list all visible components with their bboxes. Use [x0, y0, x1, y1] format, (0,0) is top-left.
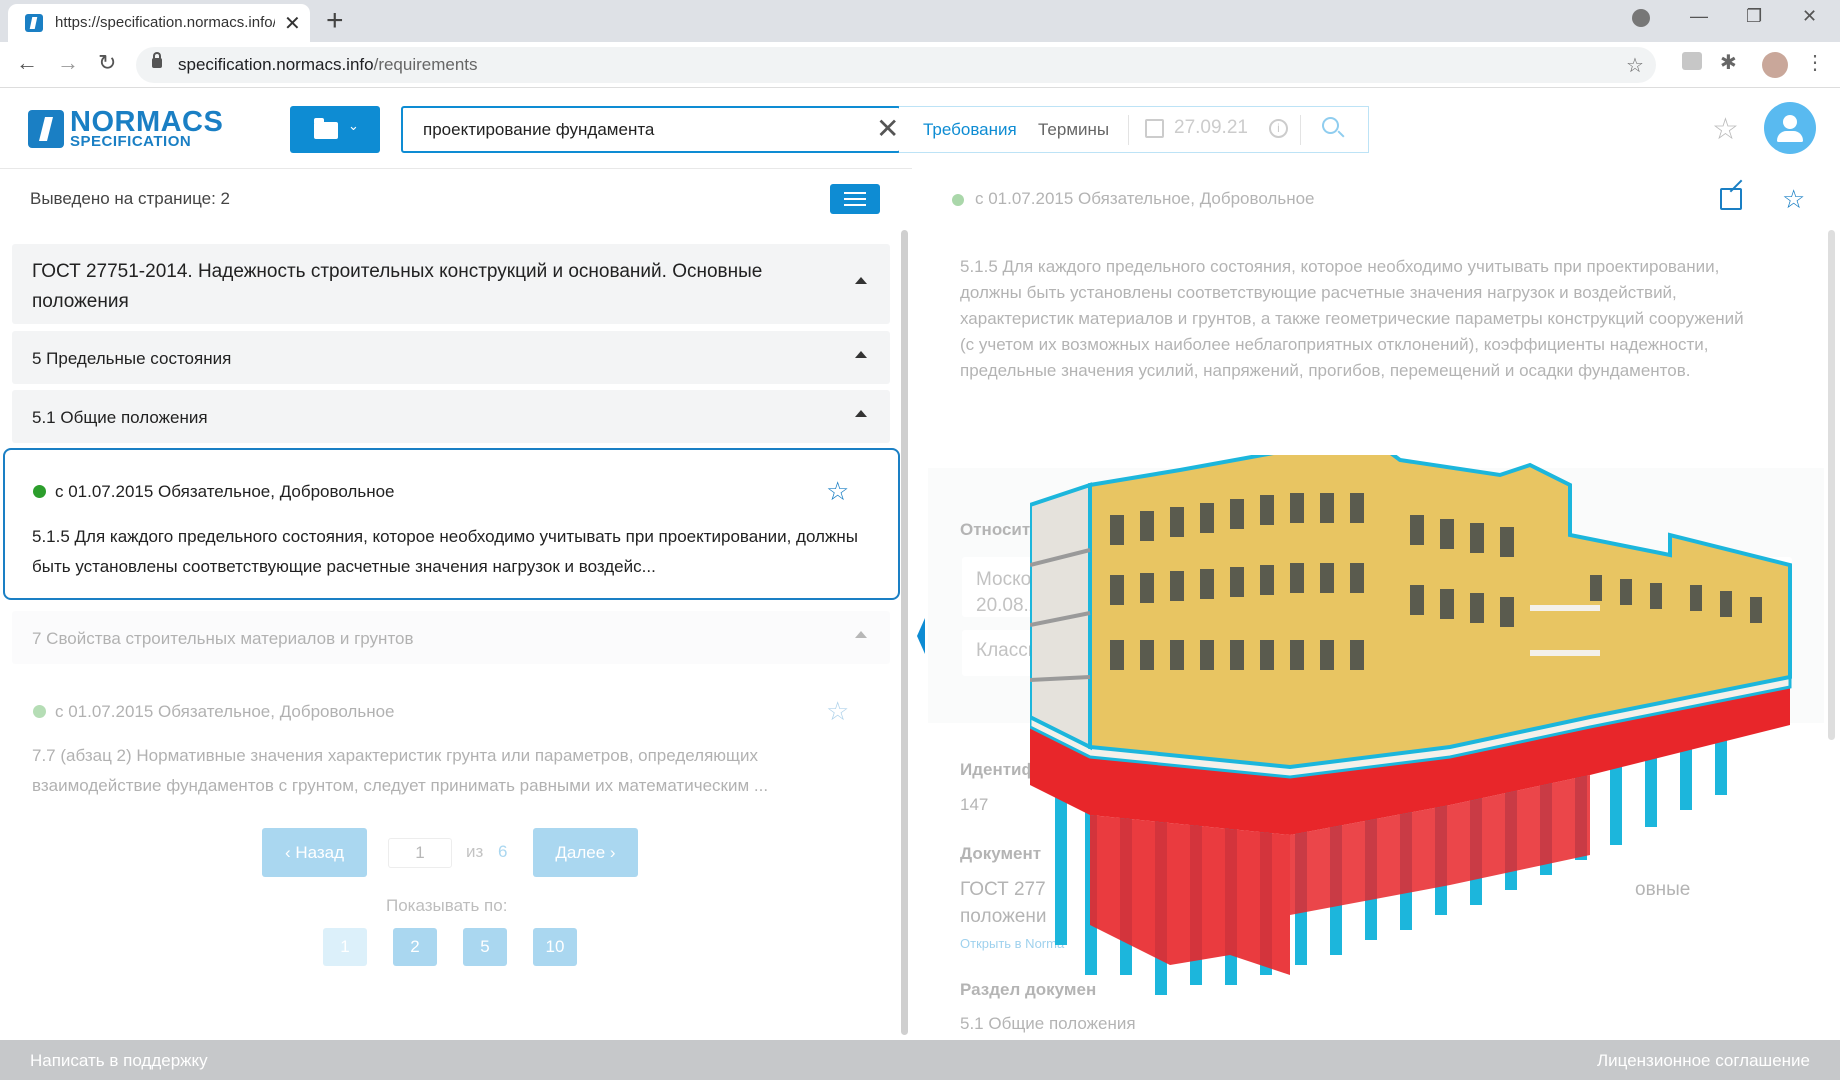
- puzzle-icon[interactable]: ✱: [1720, 50, 1737, 75]
- url-text: specification.normacs.info/requirements: [178, 55, 478, 74]
- result-meta: с 01.07.2015 Обязательное, Добровольное: [55, 482, 395, 501]
- extension-icon[interactable]: [1682, 52, 1702, 70]
- folder-button[interactable]: ⌄: [290, 106, 380, 153]
- favorite-star-icon[interactable]: ☆: [826, 696, 849, 727]
- address-bar[interactable]: specification.normacs.info/requirements …: [136, 47, 1656, 83]
- status-dot: [952, 194, 964, 206]
- site-favicon-icon: [25, 14, 43, 32]
- footer: [0, 1040, 1840, 1080]
- info-icon[interactable]: i: [1269, 119, 1288, 138]
- classifier-text: Класси: [976, 640, 1039, 661]
- open-external-icon[interactable]: [1720, 188, 1742, 210]
- restore-icon[interactable]: ❐: [1746, 6, 1762, 27]
- section-value: 5.1 Общие положения: [960, 1014, 1136, 1033]
- divider: [1128, 115, 1129, 145]
- result-text: 7.7 (абзац 2) Нормативные значения харак…: [32, 746, 769, 795]
- section-title: 5 Предельные состояния: [32, 349, 232, 368]
- page-of-label: из: [466, 842, 484, 861]
- divider: [1300, 115, 1301, 145]
- detail-text: 5.1.5 Для каждого предельного состояния,…: [960, 257, 1744, 380]
- identifier-value: 147: [960, 795, 989, 814]
- logo-subtitle[interactable]: SPECIFICATION: [70, 133, 191, 150]
- clear-search-icon[interactable]: ✕: [876, 112, 899, 145]
- close-window-icon[interactable]: ✕: [1802, 6, 1817, 27]
- support-link[interactable]: Написать в поддержку: [30, 1051, 208, 1071]
- subsection-title: 5.1 Общие положения: [32, 408, 208, 427]
- collapse-caret-icon[interactable]: [855, 631, 867, 638]
- status-dot: [33, 705, 46, 718]
- close-tab-icon[interactable]: ✕: [284, 11, 301, 36]
- kebab-menu-icon[interactable]: ⋮: [1805, 50, 1825, 75]
- bookmark-star-icon[interactable]: ☆: [1626, 53, 1644, 78]
- back-icon[interactable]: ←: [16, 50, 38, 76]
- page-size-1[interactable]: 1: [323, 928, 367, 966]
- left-scrollbar[interactable]: [901, 230, 908, 1035]
- tab-title: https://specification.normacs.info/requi…: [55, 14, 275, 31]
- status-dot: [33, 485, 46, 498]
- right-scrollbar[interactable]: [1828, 230, 1835, 740]
- results-count: Выведено на странице: 2: [30, 189, 230, 208]
- tab-requirements[interactable]: Требования: [923, 120, 1017, 140]
- page-number-input[interactable]: 1: [388, 838, 452, 868]
- forward-icon[interactable]: →: [57, 50, 79, 76]
- collapse-caret-icon[interactable]: [855, 277, 867, 284]
- favorite-star-icon[interactable]: ☆: [1782, 184, 1805, 215]
- section-title: 7 Свойства строительных материалов и гру…: [32, 629, 414, 648]
- chevron-down-icon: ⌄: [348, 118, 359, 133]
- filter-button[interactable]: [830, 184, 880, 214]
- identifier-label: Идентиф: [960, 760, 1037, 779]
- browser-toolbar: ← → ↻ specification.normacs.info/require…: [0, 42, 1840, 88]
- date-field[interactable]: 27.09.21: [1174, 117, 1248, 139]
- calendar-icon[interactable]: [1145, 119, 1164, 138]
- lock-icon: [152, 52, 162, 68]
- normacs-logo-icon[interactable]: [28, 110, 64, 148]
- collapse-caret-icon[interactable]: [855, 410, 867, 417]
- search-input[interactable]: [401, 106, 901, 153]
- user-avatar[interactable]: [1764, 102, 1816, 154]
- next-page-button[interactable]: Далее ›: [533, 828, 638, 877]
- prev-page-button[interactable]: ‹ Назад: [262, 828, 367, 877]
- document-label: Документ: [960, 844, 1042, 863]
- browser-tabstrip: https://specification.normacs.info/requi…: [0, 0, 1840, 42]
- page-size-10[interactable]: 10: [533, 928, 577, 966]
- favorite-star-icon[interactable]: ☆: [826, 476, 849, 507]
- search-icon[interactable]: [1322, 117, 1339, 134]
- doc-title: ГОСТ 27751-2014. Надежность строительных…: [32, 261, 763, 312]
- browser-profile-avatar[interactable]: [1762, 52, 1788, 78]
- browser-tab[interactable]: https://specification.normacs.info/requi…: [8, 4, 310, 42]
- result-text: 5.1.5 Для каждого предельного состояния,…: [32, 527, 858, 576]
- license-link[interactable]: Лицензионное соглашение: [1597, 1051, 1810, 1071]
- relates-dropdown-text: Моско: [976, 569, 1032, 590]
- page-size-5[interactable]: 5: [463, 928, 507, 966]
- reload-icon[interactable]: ↻: [98, 50, 116, 76]
- new-tab-icon[interactable]: +: [326, 4, 344, 38]
- result-meta: с 01.07.2015 Обязательное, Добровольное: [55, 702, 395, 721]
- profile-menu-icon[interactable]: [1632, 9, 1650, 27]
- page-total: 6: [498, 842, 508, 861]
- minimize-icon[interactable]: —: [1690, 6, 1708, 27]
- page-size-2[interactable]: 2: [393, 928, 437, 966]
- folder-icon: [314, 118, 338, 139]
- tab-terms[interactable]: Термины: [1038, 120, 1109, 140]
- detail-meta: с 01.07.2015 Обязательное, Добровольное: [975, 189, 1315, 208]
- pane-collapse-handle[interactable]: [917, 618, 925, 654]
- collapse-caret-icon[interactable]: [855, 351, 867, 358]
- page-size-label: Показывать по:: [386, 896, 508, 915]
- favorites-star-icon[interactable]: ☆: [1712, 112, 1739, 147]
- building-foundation-illustration: [1030, 455, 1792, 995]
